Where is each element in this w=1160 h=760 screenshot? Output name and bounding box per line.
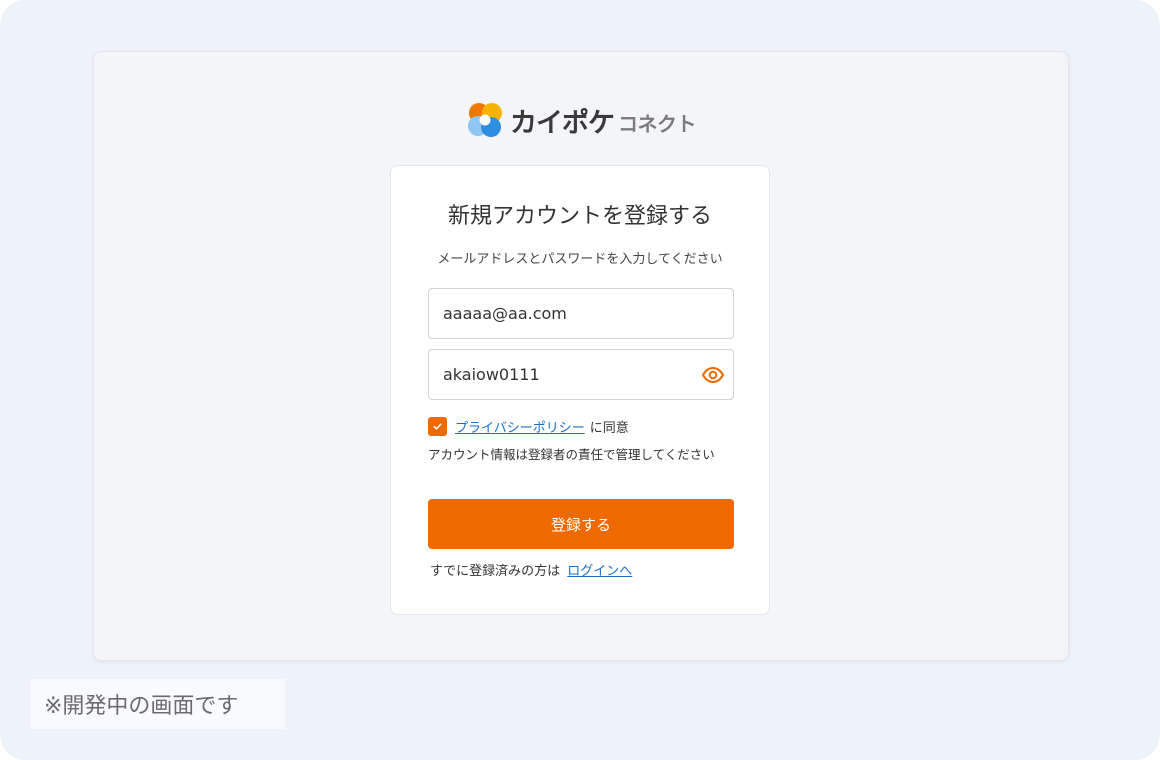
account-responsibility-note: アカウント情報は登録者の責任で管理してください bbox=[428, 447, 715, 462]
eye-icon[interactable] bbox=[701, 363, 725, 387]
register-button[interactable]: 登録する bbox=[428, 499, 734, 549]
login-link[interactable]: ログインへ bbox=[567, 564, 632, 579]
signup-card: 新規アカウントを登録する メールアドレスとパスワードを入力してください プライバ… bbox=[390, 165, 770, 615]
brand-sub-name: コネクト bbox=[618, 111, 697, 136]
check-icon bbox=[433, 423, 442, 430]
agree-label: に同意 bbox=[589, 420, 629, 436]
brand-logo: カイポケ コネクト bbox=[466, 100, 697, 140]
privacy-policy-link[interactable]: プライバシーポリシー bbox=[455, 417, 585, 436]
dev-notice: ※開発中の画面です bbox=[30, 679, 285, 729]
privacy-agree-row: プライバシーポリシー に同意 bbox=[428, 416, 629, 436]
page-subtitle: メールアドレスとパスワードを入力してください bbox=[437, 252, 723, 267]
email-field[interactable] bbox=[429, 289, 733, 338]
password-field-wrapper bbox=[428, 349, 734, 400]
email-field-wrapper bbox=[428, 288, 734, 339]
page-background: カイポケ コネクト 新規アカウントを登録する メールアドレスとパスワードを入力し… bbox=[0, 0, 1160, 760]
brand-name: カイポケ bbox=[510, 107, 615, 139]
login-prompt-text: すでに登録済みの方は bbox=[430, 564, 561, 579]
page-title: 新規アカウントを登録する bbox=[447, 204, 712, 229]
logo-mark-icon bbox=[468, 103, 502, 137]
login-prompt-row: すでに登録済みの方は ログインへ bbox=[430, 560, 632, 579]
password-field[interactable] bbox=[429, 350, 733, 399]
privacy-agree-checkbox[interactable] bbox=[428, 416, 447, 436]
